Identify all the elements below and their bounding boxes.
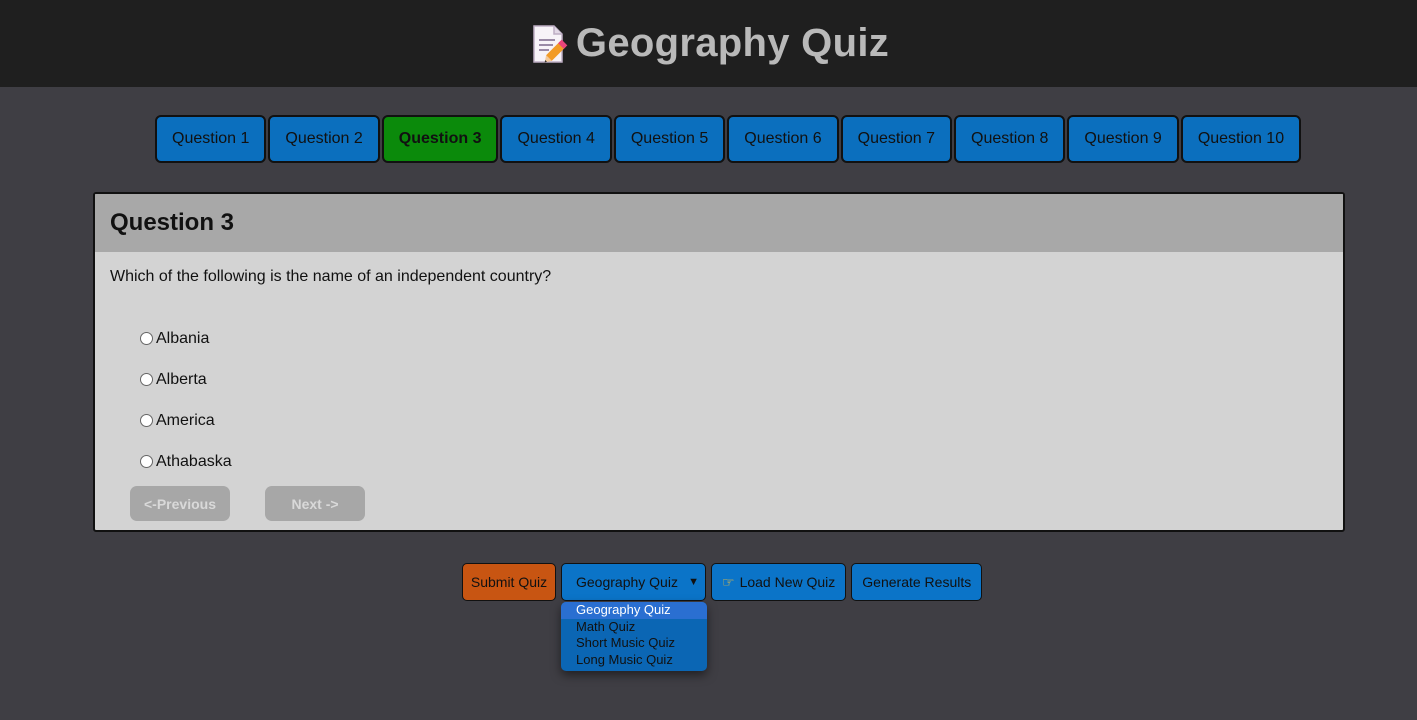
quiz-select[interactable]: Geography Quiz ▼ <box>561 563 706 601</box>
question-title: Question 3 <box>110 209 235 236</box>
generate-results-button[interactable]: Generate Results <box>851 563 983 601</box>
answer-option[interactable]: Alberta <box>140 359 232 400</box>
answer-option[interactable]: America <box>140 400 232 441</box>
dropdown-option-geography-quiz[interactable]: Geography Quiz <box>561 602 707 619</box>
question-5-button[interactable]: Question 5 <box>613 115 726 163</box>
answer-option[interactable]: Albania <box>140 318 232 359</box>
option-label: Albania <box>156 329 210 347</box>
option-label: America <box>156 411 215 429</box>
question-2-button[interactable]: Question 2 <box>268 115 380 163</box>
question-card-header: Question 3 <box>95 194 1343 252</box>
option-label: Alberta <box>156 370 207 388</box>
chevron-down-icon: ▼ <box>688 576 699 588</box>
load-new-quiz-label: Load New Quiz <box>739 574 836 590</box>
question-8-button[interactable]: Question 8 <box>954 115 1066 163</box>
quiz-select-dropdown: Geography Quiz Math Quiz Short Music Qui… <box>561 602 707 671</box>
radio-button[interactable] <box>140 414 153 427</box>
radio-button[interactable] <box>140 455 153 468</box>
question-4-button[interactable]: Question 4 <box>500 115 612 163</box>
load-new-quiz-button[interactable]: ☞ Load New Quiz <box>711 563 847 601</box>
dropdown-option-long-music-quiz[interactable]: Long Music Quiz <box>561 652 707 669</box>
quiz-controls: Submit Quiz Geography Quiz ▼ ☞ Load New … <box>462 563 983 601</box>
question-10-button[interactable]: Question 10 <box>1180 115 1302 163</box>
answer-option[interactable]: Athabaska <box>140 441 232 482</box>
submit-quiz-button[interactable]: Submit Quiz <box>462 563 556 601</box>
radio-button[interactable] <box>140 332 153 345</box>
question-text: Which of the following is the name of an… <box>110 268 552 285</box>
previous-button[interactable]: <-Previous <box>130 486 230 521</box>
quiz-select-value: Geography Quiz <box>576 574 678 590</box>
question-7-button[interactable]: Question 7 <box>840 115 953 163</box>
next-button[interactable]: Next -> <box>265 486 365 521</box>
radio-button[interactable] <box>140 373 153 386</box>
app-header: Geography Quiz <box>0 0 1417 87</box>
dropdown-option-math-quiz[interactable]: Math Quiz <box>561 619 707 636</box>
question-6-button[interactable]: Question 6 <box>727 115 839 163</box>
question-nav: Question 1 Question 2 Question 3 Questio… <box>155 115 1302 163</box>
dropdown-option-short-music-quiz[interactable]: Short Music Quiz <box>561 635 707 652</box>
question-3-button[interactable]: Question 3 <box>381 115 499 163</box>
memo-pencil-icon <box>528 23 570 65</box>
answer-options: Albania Alberta America Athabaska <box>140 318 232 482</box>
header-title-group: Geography Quiz <box>528 21 889 66</box>
option-label: Athabaska <box>156 452 232 470</box>
pointing-hand-icon: ☞ <box>722 573 735 590</box>
question-1-button[interactable]: Question 1 <box>155 115 267 163</box>
question-9-button[interactable]: Question 9 <box>1067 115 1179 163</box>
question-card: Question 3 Which of the following is the… <box>93 192 1345 532</box>
page-title: Geography Quiz <box>575 21 890 65</box>
